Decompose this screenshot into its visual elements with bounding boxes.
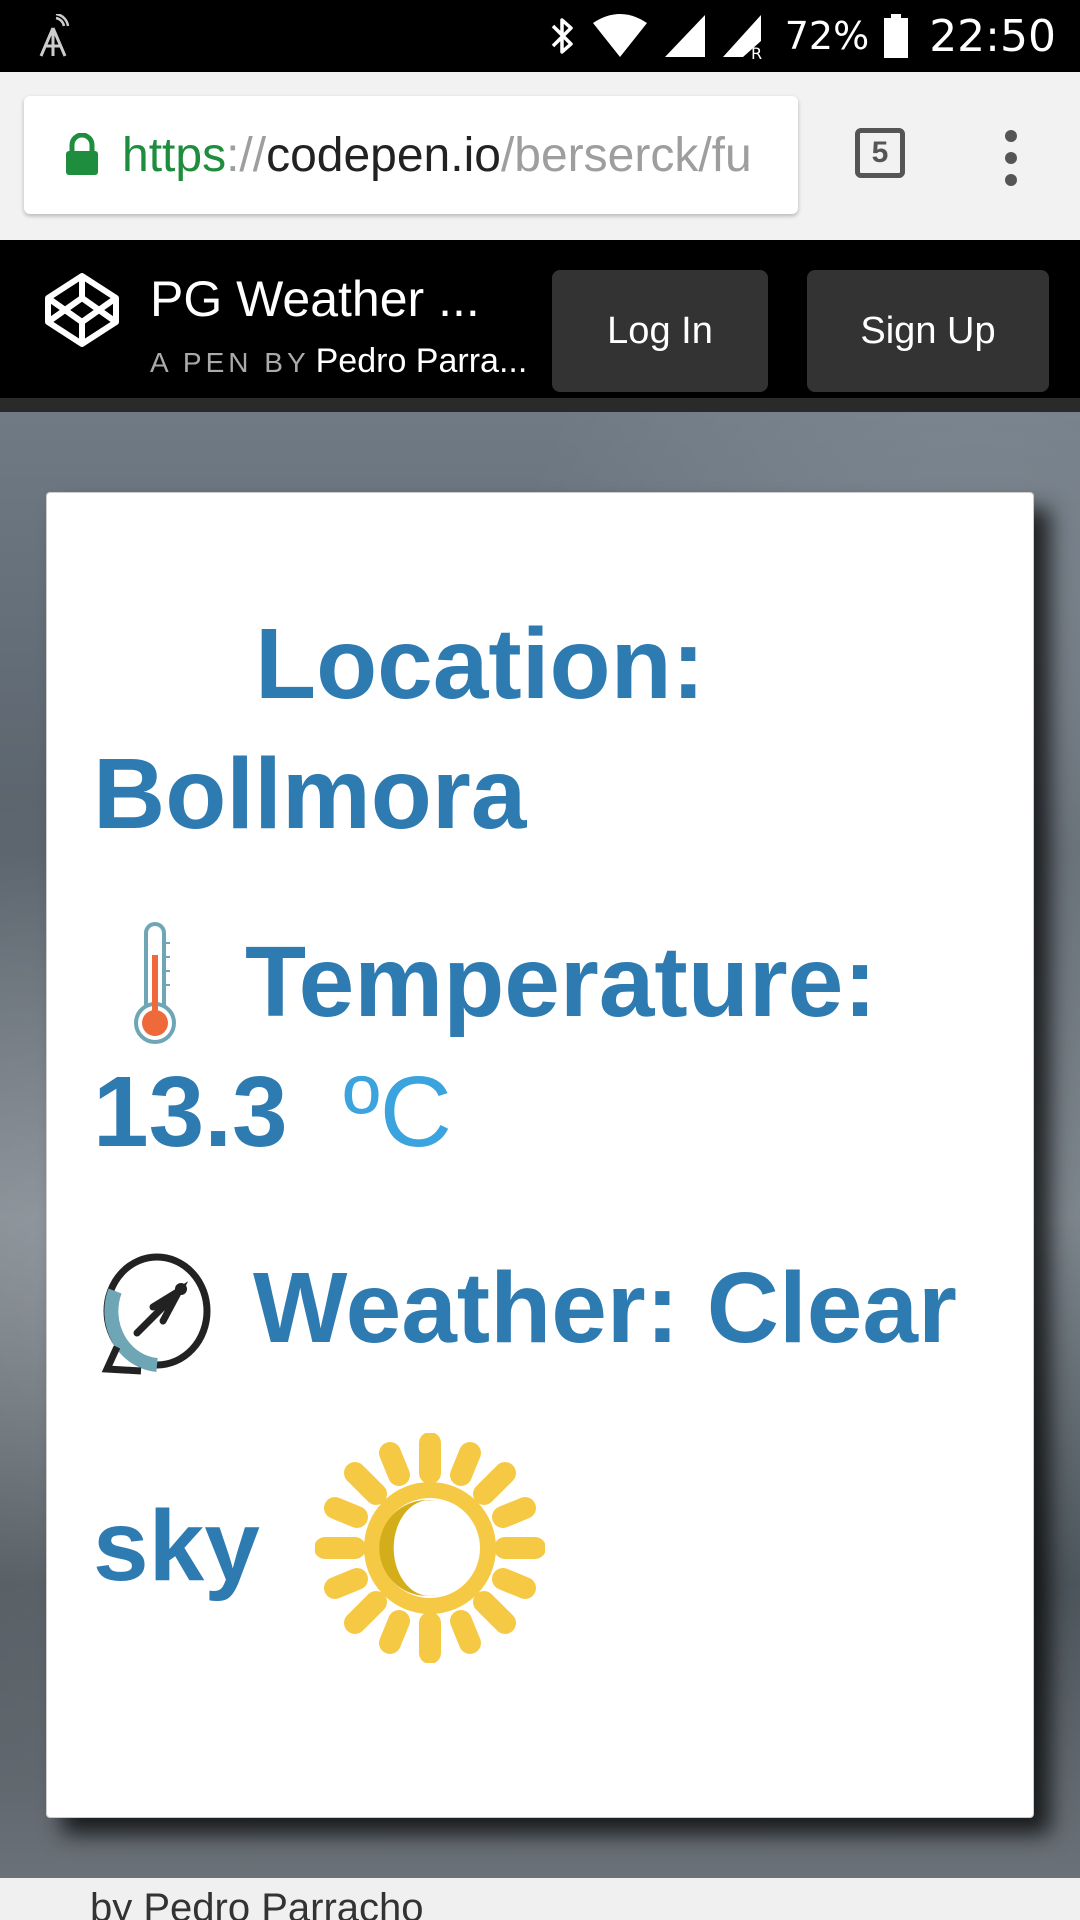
- satellite-dish-icon: [101, 1253, 211, 1375]
- temperature-row: 13.3 ºC: [93, 1047, 452, 1177]
- temperature-label: Temperature:: [245, 926, 877, 1038]
- lock-icon: [66, 133, 98, 175]
- temperature-unit: ºC: [343, 1056, 452, 1168]
- cell-signal-icon: [664, 15, 705, 57]
- url-text[interactable]: https://codepen.io/berserck/fu: [122, 128, 752, 183]
- footer-byline: by Pedro Parracho: [0, 1878, 1080, 1920]
- weather-value: sky: [93, 1490, 260, 1602]
- weather-card: Location: Bollmora Temperature: 13.3 ºC …: [46, 492, 1034, 1818]
- pen-preview: Location: Bollmora Temperature: 13.3 ºC …: [0, 412, 1080, 1878]
- location-value: Bollmora: [93, 738, 527, 850]
- pen-byline: A PEN BY Pedro Parra...: [150, 342, 528, 380]
- weather-label: Weather: Clear: [253, 1252, 957, 1364]
- codepen-header: PG Weather ... A PEN BY Pedro Parra... Lo…: [0, 240, 1080, 412]
- location-label: Location:: [255, 608, 705, 720]
- browser-toolbar: https://codepen.io/berserck/fu 5: [0, 72, 1080, 240]
- signal-tower-icon: [39, 14, 70, 57]
- roaming-signal-icon: R: [722, 15, 762, 59]
- pen-title: PG Weather ...: [150, 271, 480, 327]
- wifi-icon: [592, 14, 647, 57]
- bluetooth-icon: [551, 18, 573, 54]
- address-bar[interactable]: https://codepen.io/berserck/fu: [24, 96, 798, 214]
- thermometer-icon: [134, 922, 176, 1044]
- login-button[interactable]: Log In: [552, 270, 768, 392]
- signup-button[interactable]: Sign Up: [807, 270, 1049, 392]
- pen-author[interactable]: Pedro Parra...: [316, 342, 528, 380]
- tabs-button[interactable]: 5: [855, 128, 905, 178]
- clock: 22:50: [929, 10, 1056, 62]
- tab-count: 5: [871, 136, 889, 169]
- codepen-logo-icon[interactable]: [42, 270, 122, 350]
- battery-percent: 72%: [784, 14, 870, 58]
- footer-byline-text: by Pedro Parracho: [90, 1886, 424, 1920]
- battery-icon: [884, 14, 909, 58]
- overflow-menu-icon[interactable]: [996, 130, 1026, 190]
- temperature-value: 13.3: [93, 1056, 288, 1168]
- sun-moon-icon: [315, 1433, 545, 1663]
- svg-text:R: R: [751, 44, 762, 59]
- status-bar: R 72% 22:50: [0, 0, 1080, 72]
